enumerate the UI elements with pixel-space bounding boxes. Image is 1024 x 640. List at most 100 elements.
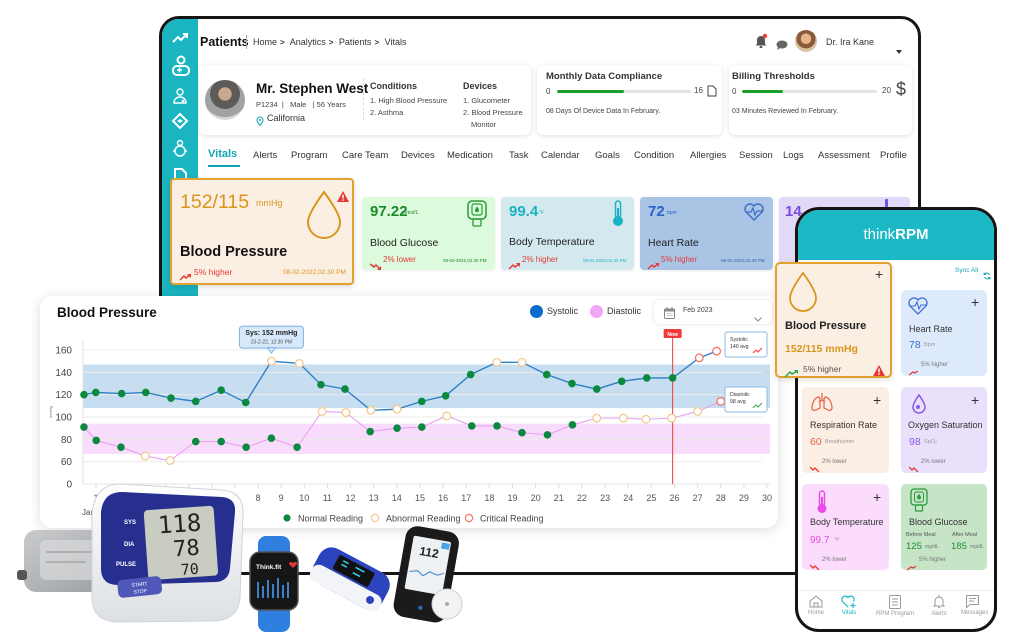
diastolic-point-normal[interactable] <box>92 436 101 445</box>
nav-rpm-program[interactable]: RPM Program <box>870 595 920 617</box>
systolic-point-normal[interactable] <box>668 374 677 382</box>
nav-alerts[interactable]: Alerts <box>921 595 957 617</box>
diastolic-point-normal[interactable] <box>242 443 250 451</box>
systolic-point-abnormal[interactable] <box>266 356 276 366</box>
tab-program[interactable]: Program <box>291 150 327 161</box>
diastolic-point-abnormal[interactable] <box>641 414 651 424</box>
tab-goals[interactable]: Goals <box>595 150 620 161</box>
vital-card-blood-glucose[interactable]: 97.22 mmol/L Blood Glucose 2% lower 08-0… <box>362 197 495 270</box>
systolic-point-abnormal[interactable] <box>392 404 402 414</box>
mobile-card-oxygen-saturation[interactable]: + Oxygen Saturation 98 SpO₂ 2% lower <box>901 387 987 473</box>
notification-bell-icon[interactable] <box>754 33 768 53</box>
tab-alerts[interactable]: Alerts <box>253 150 277 161</box>
add-icon[interactable]: + <box>875 267 883 281</box>
systolic-point-normal[interactable] <box>167 394 175 402</box>
diastolic-point-critical[interactable] <box>716 396 726 406</box>
diastolic-point-abnormal[interactable] <box>165 456 175 466</box>
tab-logs[interactable]: Logs <box>783 150 804 161</box>
diastolic-point-normal[interactable] <box>117 443 125 451</box>
nav-messages[interactable]: Messages <box>958 595 994 616</box>
tab-condition[interactable]: Condition <box>634 150 674 161</box>
vital-card-body-temperature[interactable]: 99.4 °F Body Temperature 2% higher 08-02… <box>501 197 634 270</box>
tab-session[interactable]: Session <box>739 150 773 161</box>
systolic-point-abnormal[interactable] <box>517 357 527 367</box>
diastolic-point-normal[interactable] <box>191 437 200 446</box>
add-icon[interactable]: + <box>971 295 979 309</box>
diastolic-point-abnormal[interactable] <box>667 413 677 423</box>
systolic-point-normal[interactable] <box>141 388 150 397</box>
tab-allergies[interactable]: Allergies <box>690 150 726 161</box>
systolic-point-normal[interactable] <box>80 390 88 399</box>
systolic-point-normal[interactable] <box>617 377 626 386</box>
diastolic-point-normal[interactable] <box>418 423 426 431</box>
systolic-point-normal[interactable] <box>592 385 601 393</box>
systolic-point-normal[interactable] <box>317 380 325 389</box>
tab-care-team[interactable]: Care Team <box>342 150 388 161</box>
diastolic-point-normal[interactable] <box>518 428 526 437</box>
diastolic-point-normal[interactable] <box>80 423 88 431</box>
diastolic-point-normal[interactable] <box>366 427 375 436</box>
systolic-point-critical[interactable] <box>694 353 704 363</box>
diastolic-point-normal[interactable] <box>217 437 225 446</box>
diastolic-point-abnormal[interactable] <box>592 413 602 423</box>
systolic-point-normal[interactable] <box>542 370 551 379</box>
tab-medication[interactable]: Medication <box>447 150 493 161</box>
diastolic-point-abnormal[interactable] <box>317 406 327 416</box>
add-icon[interactable]: + <box>873 393 881 407</box>
systolic-point-critical[interactable] <box>712 346 722 356</box>
doctor-avatar[interactable] <box>795 30 817 52</box>
diastolic-point-normal[interactable] <box>393 424 401 432</box>
systolic-point-normal[interactable] <box>341 385 349 393</box>
analytics-icon[interactable] <box>171 29 189 47</box>
nav-home[interactable]: Home <box>798 595 834 616</box>
systolic-point-normal[interactable] <box>568 379 576 388</box>
mobile-card-blood-pressure[interactable]: + Blood Pressure 152/115 mmHg 5% higher <box>775 262 892 378</box>
systolic-point-normal[interactable] <box>642 374 651 382</box>
refresh-icon[interactable] <box>983 267 991 285</box>
mobile-card-body-temperature[interactable]: + Body Temperature 99.7 °F 2% lower <box>802 484 889 571</box>
chat-icon[interactable] <box>776 37 788 55</box>
systolic-point-normal[interactable] <box>441 391 450 400</box>
diastolic-point-normal[interactable] <box>568 421 577 429</box>
tab-assessment[interactable]: Assessment <box>818 150 870 161</box>
systolic-point-normal[interactable] <box>117 389 126 398</box>
diastolic-point-normal[interactable] <box>493 422 501 430</box>
breadcrumb-home[interactable]: Home <box>253 37 277 47</box>
breadcrumb-analytics[interactable]: Analytics <box>290 37 326 47</box>
add-icon[interactable]: + <box>873 490 881 504</box>
systolic-point-normal[interactable] <box>418 397 426 406</box>
mobile-card-heart-rate[interactable]: + Heart Rate 78 Bpm 5% higher <box>901 290 987 376</box>
tab-devices[interactable]: Devices <box>401 150 435 161</box>
sync-all-button[interactable]: Sync All <box>955 267 978 274</box>
care-program-icon[interactable] <box>171 112 189 130</box>
mobile-card-respiration-rate[interactable]: + Respiration Rate 60 Breaths/min 2% low… <box>802 387 889 473</box>
systolic-point-abnormal[interactable] <box>492 357 502 367</box>
user-menu-chevron-icon[interactable] <box>896 41 902 59</box>
add-icon[interactable]: + <box>971 393 979 407</box>
systolic-point-normal[interactable] <box>191 397 200 406</box>
systolic-point-abnormal[interactable] <box>366 405 376 415</box>
vital-card-blood-pressure[interactable]: 152/115 mmHg Blood Pressure 5% higher 08… <box>170 178 354 285</box>
diastolic-point-normal[interactable] <box>293 443 301 451</box>
diastolic-point-abnormal[interactable] <box>140 451 150 461</box>
systolic-point-normal[interactable] <box>217 386 225 395</box>
diastolic-point-abnormal[interactable] <box>618 413 628 423</box>
diastolic-point-normal[interactable] <box>267 434 276 443</box>
caregivers-icon[interactable] <box>171 139 189 157</box>
diastolic-point-normal[interactable] <box>467 422 476 430</box>
vital-card-heart-rate[interactable]: 72 bpm Heart Rate 5% higher 08-02-2022,0… <box>640 197 773 270</box>
diastolic-point-normal[interactable] <box>543 431 552 439</box>
diastolic-point-abnormal[interactable] <box>442 411 452 421</box>
tab-vitals[interactable]: Vitals <box>208 148 237 160</box>
tab-calendar[interactable]: Calendar <box>541 150 580 161</box>
diastolic-point-abnormal[interactable] <box>693 406 703 416</box>
diastolic-point-abnormal[interactable] <box>341 408 351 417</box>
tab-profile[interactable]: Profile <box>880 150 907 161</box>
mobile-card-blood-glucose[interactable]: Blood Glucose Before Meal After Meal 125… <box>901 484 987 571</box>
patients-icon[interactable] <box>171 55 191 77</box>
doctors-icon[interactable] <box>171 87 189 105</box>
tab-task[interactable]: Task <box>509 150 529 161</box>
user-name[interactable]: Dr. Ira Kane <box>826 37 874 47</box>
breadcrumb-patients[interactable]: Patients <box>339 37 372 47</box>
systolic-point-normal[interactable] <box>91 388 100 397</box>
